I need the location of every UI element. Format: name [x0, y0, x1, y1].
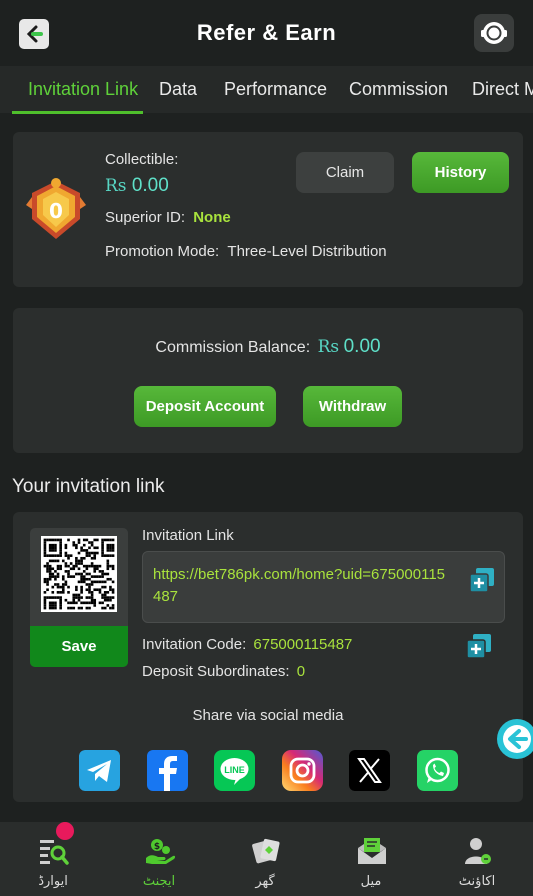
promotion-mode: Promotion Mode: Three-Level Distribution — [105, 243, 387, 260]
agent-money-icon: $ — [146, 839, 176, 864]
tab-data[interactable]: Data — [159, 79, 197, 100]
nav-label-agent: ایجنٹ — [142, 873, 176, 888]
superior-id: Superior ID: None — [105, 209, 231, 226]
svg-text:$: $ — [154, 842, 160, 852]
invitation-code-value: 675000115487 — [253, 636, 353, 653]
superior-id-label: Superior ID: — [105, 209, 186, 226]
active-tab-indicator — [12, 111, 143, 114]
collectible-amount: Rs 0.00 — [105, 175, 169, 197]
balance-currency: Rs — [317, 337, 340, 357]
promotion-mode-label: Promotion Mode: — [105, 243, 220, 260]
support-button[interactable] — [474, 14, 514, 52]
history-button[interactable]: History — [412, 152, 509, 193]
invitation-card: Save Invitation Link https://bet786pk.co… — [13, 512, 523, 802]
invitation-link-value: https://bet786pk.com/home?uid=6750001154… — [153, 566, 446, 605]
copy-code-icon[interactable] — [465, 632, 493, 660]
commission-balance-card: Commission Balance: Rs 0.00 Deposit Acco… — [13, 308, 523, 453]
commission-balance-label: Commission Balance: — [155, 339, 311, 356]
nav-item-home[interactable]: گھر — [212, 822, 318, 896]
promotion-mode-value: Three-Level Distribution — [227, 243, 387, 260]
superior-id-value: None — [193, 209, 231, 226]
nav-item-mail[interactable]: میل — [318, 822, 424, 896]
nav-item-rewards[interactable]: ایوارڈ — [0, 822, 106, 896]
bottom-navigation: ایوارڈ $ ایجنٹ گھر میل اکاؤنٹ — [0, 822, 533, 896]
medal-level: 0 — [49, 199, 63, 223]
headset-icon — [481, 22, 507, 44]
tab-commission[interactable]: Commission — [349, 79, 448, 100]
qr-code-icon — [41, 536, 117, 612]
nav-label-account: اکاؤنٹ — [458, 873, 496, 888]
tab-bar: Invitation Link Data Performance Commiss… — [0, 66, 533, 113]
invitation-section-title: Your invitation link — [12, 476, 165, 497]
tab-invitation-link[interactable]: Invitation Link — [28, 79, 138, 100]
invitation-code-label: Invitation Code: — [142, 636, 247, 653]
share-label: Share via social media — [192, 707, 344, 724]
app-header: Refer & Earn — [0, 0, 533, 66]
arrow-left-icon — [503, 725, 531, 753]
nav-label-mail: میل — [360, 873, 382, 888]
home-cards-icon — [252, 838, 280, 864]
deposit-subordinates-label: Deposit Subordinates: — [142, 663, 290, 680]
floating-back-button[interactable] — [497, 719, 533, 759]
line-icon[interactable]: LINE — [214, 750, 255, 791]
summary-card: 0 Collectible: Rs 0.00 Superior ID: None… — [13, 132, 523, 287]
social-share-row: LINE — [13, 750, 523, 792]
tab-direct-members[interactable]: Direct M — [472, 79, 533, 100]
nav-item-account[interactable]: اکاؤنٹ — [424, 822, 530, 896]
qr-code-panel: Save — [30, 528, 128, 667]
balance-value: 0.00 — [343, 336, 381, 357]
deposit-subordinates: Deposit Subordinates: 0 — [142, 663, 305, 680]
commission-balance: Commission Balance: Rs 0.00 — [13, 336, 523, 358]
invitation-link-field[interactable]: https://bet786pk.com/home?uid=6750001154… — [142, 551, 505, 623]
deposit-account-button[interactable]: Deposit Account — [134, 386, 276, 427]
page-title: Refer & Earn — [196, 20, 337, 45]
search-list-icon — [40, 840, 69, 865]
nav-item-agent[interactable]: $ ایجنٹ — [106, 822, 212, 896]
x-twitter-icon[interactable] — [349, 750, 390, 791]
nav-label-home: گھر — [255, 873, 275, 888]
tab-performance[interactable]: Performance — [224, 79, 327, 100]
invitation-code: Invitation Code: 675000115487 — [142, 636, 352, 653]
instagram-icon[interactable] — [282, 750, 323, 791]
nav-label-rewards: ایوارڈ — [38, 873, 68, 888]
mail-icon — [358, 838, 386, 864]
collectible-currency: Rs — [105, 176, 127, 196]
claim-button[interactable]: Claim — [296, 152, 394, 193]
withdraw-button[interactable]: Withdraw — [303, 386, 402, 427]
medal-icon: 0 — [26, 178, 86, 239]
copy-link-icon[interactable] — [468, 566, 496, 594]
svg-text:LINE: LINE — [224, 765, 245, 775]
collectible-value: 0.00 — [131, 175, 169, 196]
invitation-link-label: Invitation Link — [142, 527, 234, 544]
notification-badge — [56, 822, 74, 840]
account-icon — [465, 838, 491, 864]
facebook-icon[interactable] — [147, 750, 188, 791]
deposit-subordinates-value: 0 — [296, 663, 306, 680]
collectible-label: Collectible: — [105, 151, 179, 168]
whatsapp-icon[interactable] — [417, 750, 458, 791]
save-qr-button[interactable]: Save — [30, 626, 128, 667]
telegram-icon[interactable] — [79, 750, 120, 791]
